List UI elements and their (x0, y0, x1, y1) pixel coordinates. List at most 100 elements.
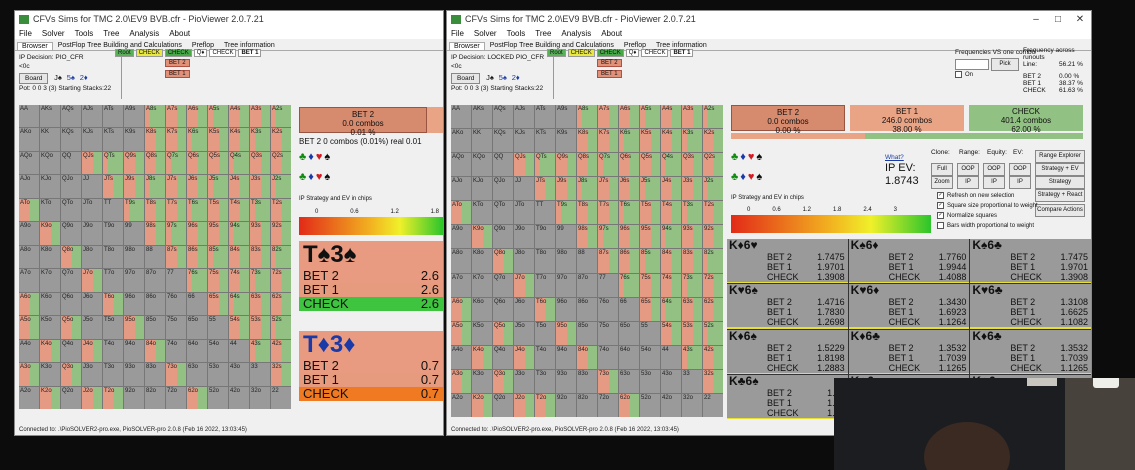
hand-cell[interactable]: 66 (187, 292, 207, 316)
combo-input[interactable] (955, 59, 989, 70)
hand-cell[interactable]: Q9o (61, 222, 81, 245)
hand-cell[interactable]: 62o (619, 393, 639, 417)
hand-cell[interactable]: 74o (598, 345, 618, 369)
hand-cell[interactable]: A4o (19, 339, 39, 363)
hand-cell[interactable]: 63o (187, 363, 207, 386)
nav-check-2[interactable]: CHECK (164, 49, 192, 57)
hand-cell[interactable]: A5s (208, 105, 228, 128)
hand-cell[interactable]: Q7s (166, 151, 186, 175)
hand-cell[interactable]: 64o (619, 345, 639, 369)
hand-cell[interactable]: 98o (124, 245, 144, 269)
hand-cell[interactable]: 52s (703, 321, 723, 345)
hand-cell[interactable]: K8o (472, 249, 492, 273)
clone-zoom-button[interactable]: Zoom (931, 176, 953, 189)
hand-cell[interactable]: J3s (250, 175, 270, 198)
menu-tree[interactable]: Tree (103, 29, 119, 38)
hand-cell[interactable]: K7o (472, 273, 492, 297)
hand-cell[interactable]: A2o (451, 393, 471, 417)
hand-cell[interactable]: Q2o (61, 386, 81, 409)
hand-cell[interactable]: Q5s (640, 153, 660, 177)
hand-cell[interactable]: KTs (103, 128, 123, 151)
hand-cell[interactable]: K3s (682, 129, 702, 153)
hand-cell[interactable]: QTo (61, 198, 81, 222)
hand-cell[interactable]: QQ (61, 151, 81, 175)
hand-cell[interactable]: 98o (556, 249, 576, 273)
hand-cell[interactable]: T9o (103, 222, 123, 245)
hand-cell[interactable]: KTo (40, 198, 60, 222)
hand-cell[interactable]: KJo (40, 175, 60, 198)
hand-cell[interactable]: AA (19, 105, 39, 128)
hand-cell[interactable]: Q2s (703, 153, 723, 177)
hand-cell[interactable]: AJo (19, 175, 39, 198)
hand-cell[interactable]: 63s (682, 297, 702, 321)
hand-cell[interactable]: 42o (229, 386, 249, 409)
hand-cell[interactable]: JTo (514, 201, 534, 225)
hand-cell[interactable]: JJ (514, 177, 534, 201)
hand-cell[interactable]: 22 (703, 393, 723, 417)
hand-cell[interactable]: 72s (271, 269, 291, 292)
hand-cell[interactable]: 82s (271, 245, 291, 269)
hand-cell[interactable]: T2s (271, 198, 291, 222)
hand-cell[interactable]: AJs (82, 105, 102, 128)
hand-cell[interactable]: 82o (145, 386, 165, 409)
clone-full-button[interactable]: Full (931, 163, 953, 176)
range-oop-button[interactable]: OOP (957, 163, 979, 176)
hand-cell[interactable]: J7s (166, 175, 186, 198)
hand-cell[interactable]: J4s (661, 177, 681, 201)
hand-cell[interactable]: T5s (208, 198, 228, 222)
hand-cell[interactable]: AA (451, 105, 471, 129)
hand-cell[interactable]: A4s (661, 105, 681, 129)
hand-cell[interactable]: K9s (124, 128, 144, 151)
hand-cell[interactable]: T4o (103, 339, 123, 363)
hand-cell[interactable]: Q3s (682, 153, 702, 177)
hand-cell[interactable]: K4s (661, 129, 681, 153)
hand-cell[interactable]: AKs (40, 105, 60, 128)
hand-cell[interactable]: 72o (598, 393, 618, 417)
hand-cell[interactable]: 42s (271, 339, 291, 363)
equity-ip-button[interactable]: IP (983, 176, 1005, 189)
hand-cell[interactable]: JTs (535, 177, 555, 201)
hand-cell[interactable]: KQs (61, 128, 81, 151)
hand-cell[interactable]: 66 (619, 297, 639, 321)
hand-cell[interactable]: 97o (124, 269, 144, 292)
hand-cell[interactable]: ATo (19, 198, 39, 222)
hand-cell[interactable]: A7s (598, 105, 618, 129)
hand-cell[interactable]: 93o (124, 363, 144, 386)
hand-cell[interactable]: 74s (229, 269, 249, 292)
hand-cell[interactable]: QJs (82, 151, 102, 175)
menu-solver[interactable]: Solver (42, 29, 65, 38)
hand-cell[interactable]: 84o (145, 339, 165, 363)
hand-cell[interactable]: J7o (82, 269, 102, 292)
hand-cell[interactable]: 98s (145, 222, 165, 245)
hand-cell[interactable]: KTs (535, 129, 555, 153)
combo-ev-cell[interactable]: K♦6♥ BET 2 1.7475 BET 1 1.9701 CHECK 1.3908 (727, 239, 848, 284)
hand-cell[interactable]: K3o (472, 369, 492, 393)
hand-cell[interactable]: 43o (229, 363, 249, 386)
hand-cell[interactable]: QTo (493, 201, 513, 225)
hand-cell[interactable]: K2o (40, 386, 60, 409)
hand-cell[interactable]: KK (472, 129, 492, 153)
menu-file[interactable]: File (19, 29, 32, 38)
hand-cell[interactable]: Q7o (493, 273, 513, 297)
hand-cell[interactable]: K7s (166, 128, 186, 151)
hand-cell[interactable]: J6s (619, 177, 639, 201)
hand-cell[interactable]: J8s (577, 177, 597, 201)
hand-cell[interactable]: 54s (661, 321, 681, 345)
hand-cell[interactable]: K8s (145, 128, 165, 151)
hand-cell[interactable]: 65o (619, 321, 639, 345)
hand-cell[interactable]: K5s (640, 129, 660, 153)
hand-cell[interactable]: 44 (229, 339, 249, 363)
hand-cell[interactable]: JJ (82, 175, 102, 198)
hand-cell[interactable]: T8s (145, 198, 165, 222)
hand-cell[interactable]: 85s (640, 249, 660, 273)
hand-cell[interactable]: 55 (640, 321, 660, 345)
hand-cell[interactable]: 52o (208, 386, 228, 409)
hand-cell[interactable]: 98s (577, 225, 597, 249)
hand-cell[interactable]: T4s (661, 201, 681, 225)
hand-cell[interactable]: K8o (40, 245, 60, 269)
hand-cell[interactable]: J5s (640, 177, 660, 201)
refresh-checkbox[interactable]: ✓ Refresh on new selection (937, 192, 1014, 199)
hand-cell[interactable]: 72s (703, 273, 723, 297)
hand-cell[interactable]: 92o (124, 386, 144, 409)
nav-card[interactable]: Q♦ (625, 49, 640, 57)
